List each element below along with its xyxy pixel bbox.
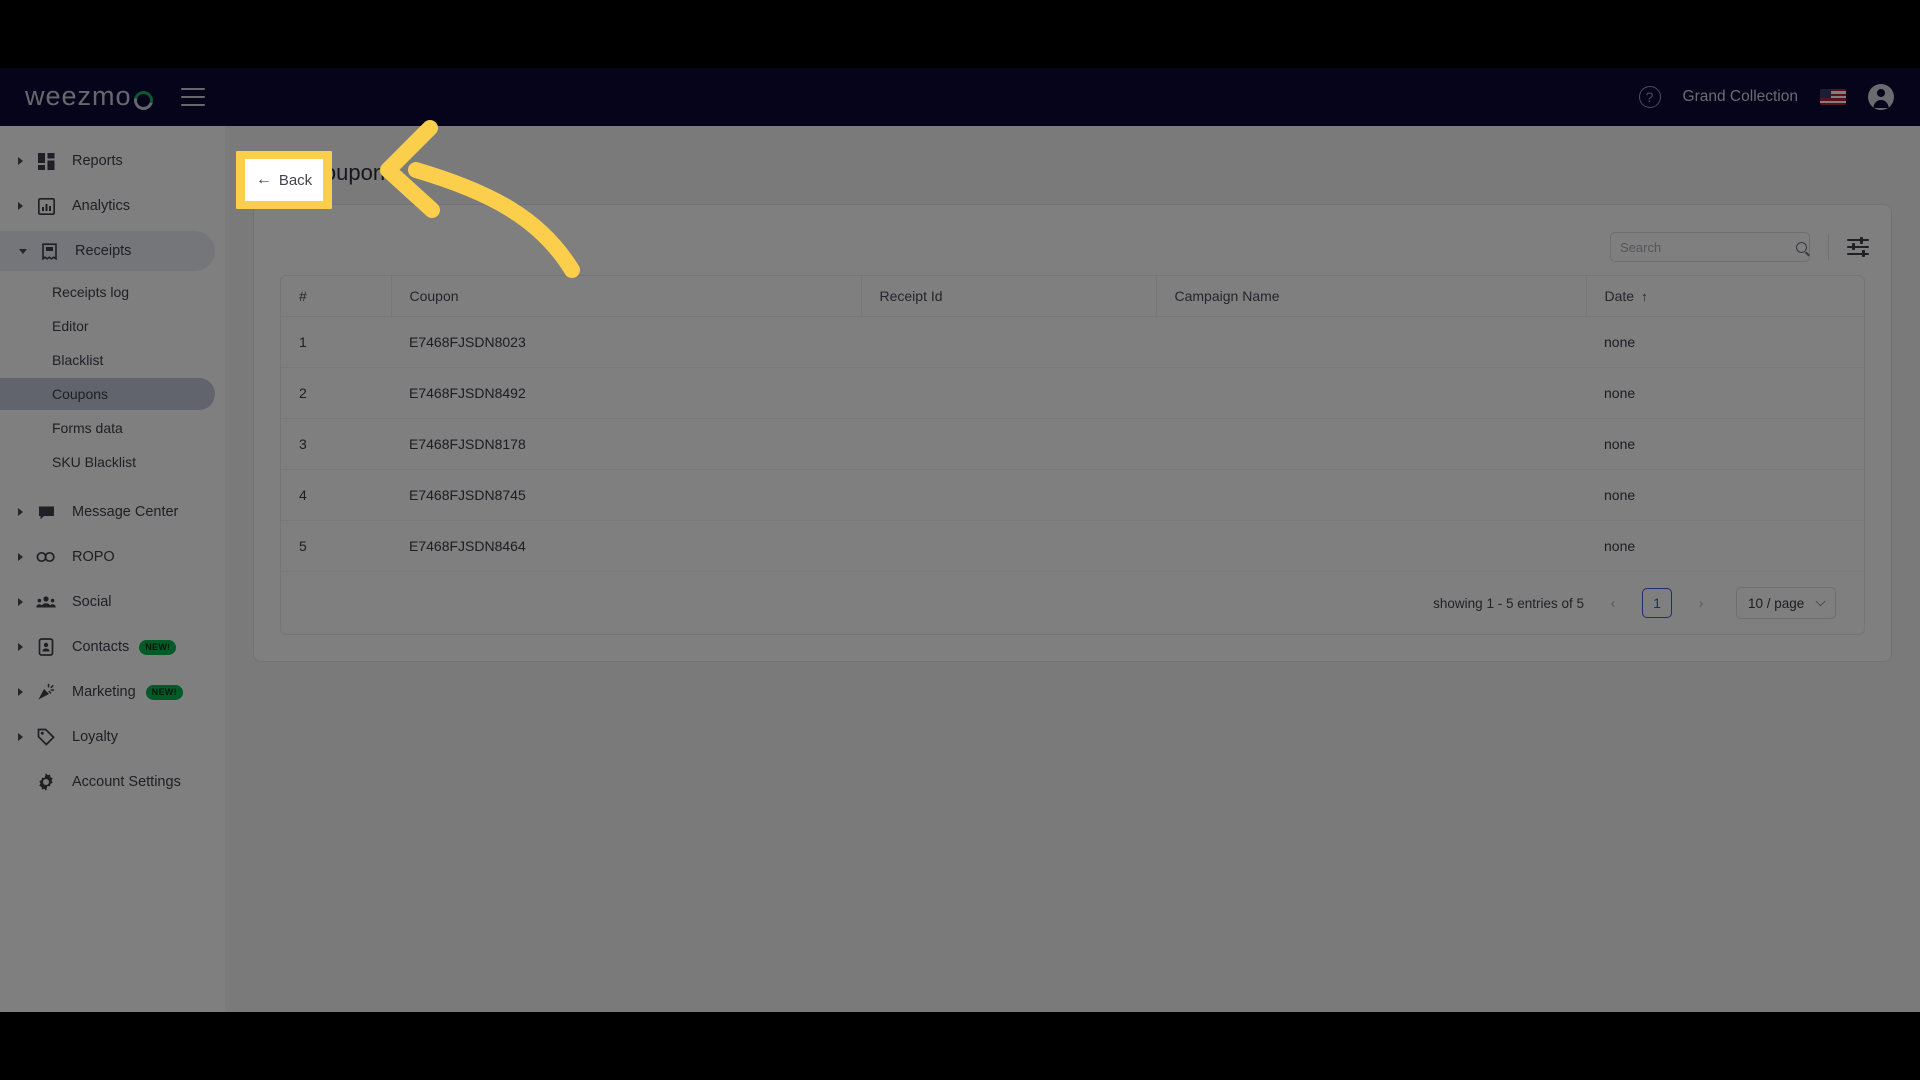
back-button[interactable]: ← Back bbox=[245, 159, 323, 201]
arrow-left-icon: ← bbox=[255, 171, 272, 188]
annotation-arrow-icon bbox=[380, 120, 580, 278]
annotation-layer: ← Back bbox=[0, 0, 1920, 1080]
letterbox-bottom bbox=[0, 1012, 1920, 1080]
screenshot-root: weezmo ? Grand Collection Reports Analyt… bbox=[0, 0, 1920, 1080]
back-button-label: Back bbox=[278, 171, 313, 189]
letterbox-top bbox=[0, 0, 1920, 68]
